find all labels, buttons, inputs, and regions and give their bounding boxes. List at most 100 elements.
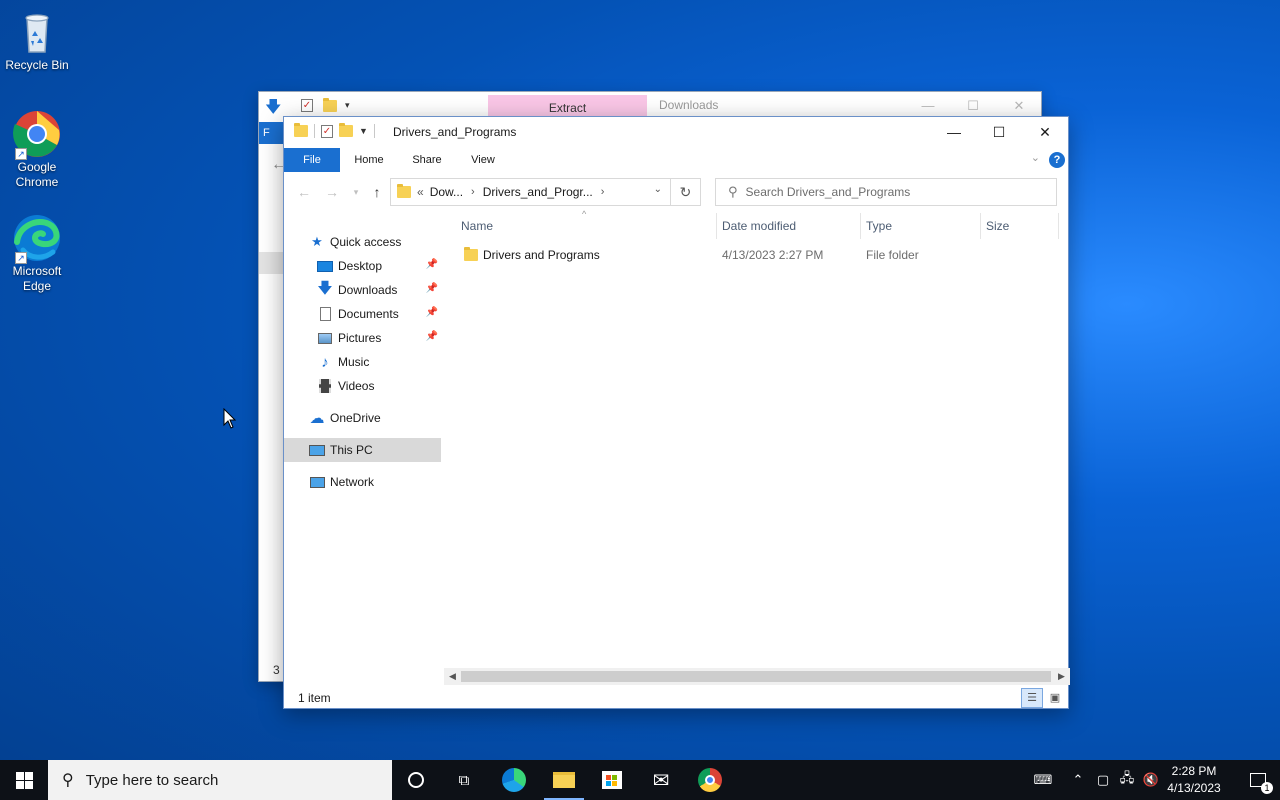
mail-icon[interactable]: ✉ [637, 760, 685, 800]
horizontal-scrollbar[interactable]: ◀ ▶ [444, 668, 1070, 685]
new-folder-icon[interactable] [339, 123, 353, 137]
column-divider[interactable] [716, 213, 717, 239]
column-name[interactable]: Name [461, 219, 493, 233]
shortcut-arrow-icon: ↗ [15, 148, 27, 160]
close-button[interactable]: ✕ [1022, 117, 1068, 147]
nav-this-pc[interactable]: This PC [284, 438, 441, 462]
scrollbar-thumb[interactable] [461, 671, 1051, 682]
large-icons-view-icon[interactable]: ▣ [1044, 688, 1066, 708]
up-button[interactable]: ↑ [367, 182, 387, 202]
clock-time: 2:28 PM [1171, 764, 1217, 778]
maximize-button[interactable]: ☐ [960, 96, 986, 116]
minimize-button[interactable]: — [931, 117, 977, 147]
minimize-button[interactable]: — [915, 96, 941, 116]
system-clock[interactable]: 2:28 PM 4/13/2023 [1160, 763, 1228, 797]
download-arrow-icon: 🡇 [265, 99, 282, 116]
mouse-cursor-icon [223, 407, 237, 433]
desktop-icon-label: Google Chrome [15, 160, 59, 189]
column-divider[interactable] [860, 213, 861, 239]
desktop-icon-label: Microsoft Edge [12, 264, 62, 293]
nav-desktop[interactable]: Desktop 📌 [284, 254, 441, 278]
new-folder-icon [323, 98, 337, 112]
column-divider[interactable] [980, 213, 981, 239]
column-size[interactable]: Size [986, 219, 1009, 233]
file-tab[interactable]: F [259, 122, 285, 144]
taskbar-search-box[interactable]: ⚲ Type here to search [48, 760, 392, 800]
nav-quick-access[interactable]: ★ Quick access [284, 230, 441, 254]
address-dropdown-icon[interactable]: ⌄ [654, 184, 662, 195]
network-status-icon[interactable]: 🖧 [1116, 760, 1138, 800]
column-type[interactable]: Type [866, 219, 892, 233]
start-button[interactable] [0, 760, 48, 800]
titlebar[interactable]: ✓ ▼ Drivers_and_Programs — ☐ ✕ [284, 117, 1068, 148]
nav-music[interactable]: ♪ Music [284, 350, 441, 374]
customize-toolbar-icon: ▾ [345, 100, 350, 110]
customize-toolbar-icon[interactable]: ▼ [359, 126, 368, 136]
desktop-icon-chrome[interactable]: ↗ Google Chrome [0, 110, 74, 190]
properties-icon[interactable]: ✓ [321, 124, 333, 138]
nav-label: Desktop [338, 259, 383, 273]
desktop-icon-edge[interactable]: ↗ Microsoft Edge [0, 214, 74, 294]
forward-button[interactable]: → [322, 182, 342, 202]
column-divider[interactable] [1058, 213, 1059, 239]
clock-date: 4/13/2023 [1167, 781, 1221, 795]
star-icon: ★ [311, 234, 323, 249]
desktop-icon-recycle-bin[interactable]: Recycle Bin [0, 8, 74, 73]
maximize-button[interactable]: ☐ [976, 117, 1022, 147]
keyboard-icon[interactable]: ⌨ [1028, 760, 1058, 800]
address-bar[interactable]: « Dow... › Drivers_and_Progr... › ⌄ ↻ [390, 178, 701, 206]
nav-downloads[interactable]: 🡇 Downloads 📌 [284, 278, 441, 302]
breadcrumb-downloads[interactable]: Dow... [430, 185, 463, 199]
desktop-icon-label: Recycle Bin [5, 58, 69, 72]
scroll-right-icon[interactable]: ▶ [1053, 668, 1070, 685]
nav-label: Videos [338, 379, 375, 393]
address-overflow[interactable]: « [417, 185, 424, 199]
nav-onedrive[interactable]: ☁ OneDrive [284, 406, 441, 430]
nav-pictures[interactable]: Pictures 📌 [284, 326, 441, 350]
status-bar: 1 item ☰ ▣ [284, 688, 1068, 708]
cortana-icon[interactable] [392, 760, 440, 800]
scroll-left-icon[interactable]: ◀ [444, 668, 461, 685]
help-icon[interactable]: ? [1049, 152, 1065, 168]
column-date-modified[interactable]: Date modified [722, 219, 796, 233]
tab-view[interactable]: View [460, 148, 506, 172]
expand-ribbon-chevron-icon[interactable]: ⌄ [1031, 151, 1040, 164]
details-view-icon[interactable]: ☰ [1021, 688, 1043, 708]
microsoft-store-icon[interactable] [588, 760, 636, 800]
refresh-icon[interactable]: ↻ [670, 179, 700, 205]
file-row[interactable]: Drivers and Programs 4/13/2023 2:27 PM F… [456, 244, 1056, 266]
search-input[interactable]: ⚲ Search Drivers_and_Programs [715, 178, 1057, 206]
explorer-window[interactable]: ✓ ▼ Drivers_and_Programs — ☐ ✕ File Home… [283, 116, 1070, 709]
nav-label: Downloads [338, 283, 398, 297]
file-type: File folder [866, 248, 919, 262]
task-view-icon[interactable]: ⧉ [440, 760, 488, 800]
search-icon: ⚲ [62, 772, 74, 789]
tab-file[interactable]: File [284, 148, 340, 172]
meet-now-icon[interactable]: ▢ [1092, 760, 1114, 800]
close-button[interactable]: ✕ [1006, 96, 1032, 116]
window-title: Drivers_and_Programs [393, 125, 517, 139]
action-center-button[interactable]: 1 [1236, 760, 1280, 800]
tab-home[interactable]: Home [346, 148, 392, 172]
breadcrumb-chevron-icon[interactable]: › [471, 186, 475, 198]
breadcrumb-drivers-and-programs[interactable]: Drivers_and_Progr... [483, 185, 593, 199]
chrome-taskbar-icon[interactable] [686, 760, 734, 800]
nav-documents[interactable]: Documents 📌 [284, 302, 441, 326]
volume-muted-icon[interactable]: 🔇 [1140, 760, 1162, 800]
recent-locations-chevron-icon[interactable]: ▾ [346, 182, 366, 202]
nav-videos[interactable]: Videos [284, 374, 441, 398]
search-icon: ⚲ [728, 184, 738, 199]
back-button[interactable]: ← [294, 182, 314, 202]
folder-icon [294, 123, 308, 137]
nav-label: Pictures [338, 331, 382, 345]
cloud-icon: ☁ [309, 410, 325, 427]
nav-label: OneDrive [330, 411, 381, 425]
nav-network[interactable]: Network [284, 470, 441, 494]
breadcrumb-chevron-icon[interactable]: › [601, 186, 605, 198]
nav-label: Music [338, 355, 370, 369]
document-icon [316, 306, 334, 322]
file-explorer-taskbar-icon[interactable] [540, 760, 588, 800]
edge-taskbar-icon[interactable] [490, 760, 538, 800]
tab-share[interactable]: Share [404, 148, 450, 172]
show-hidden-icons-chevron-icon[interactable]: ⌃ [1068, 760, 1088, 800]
